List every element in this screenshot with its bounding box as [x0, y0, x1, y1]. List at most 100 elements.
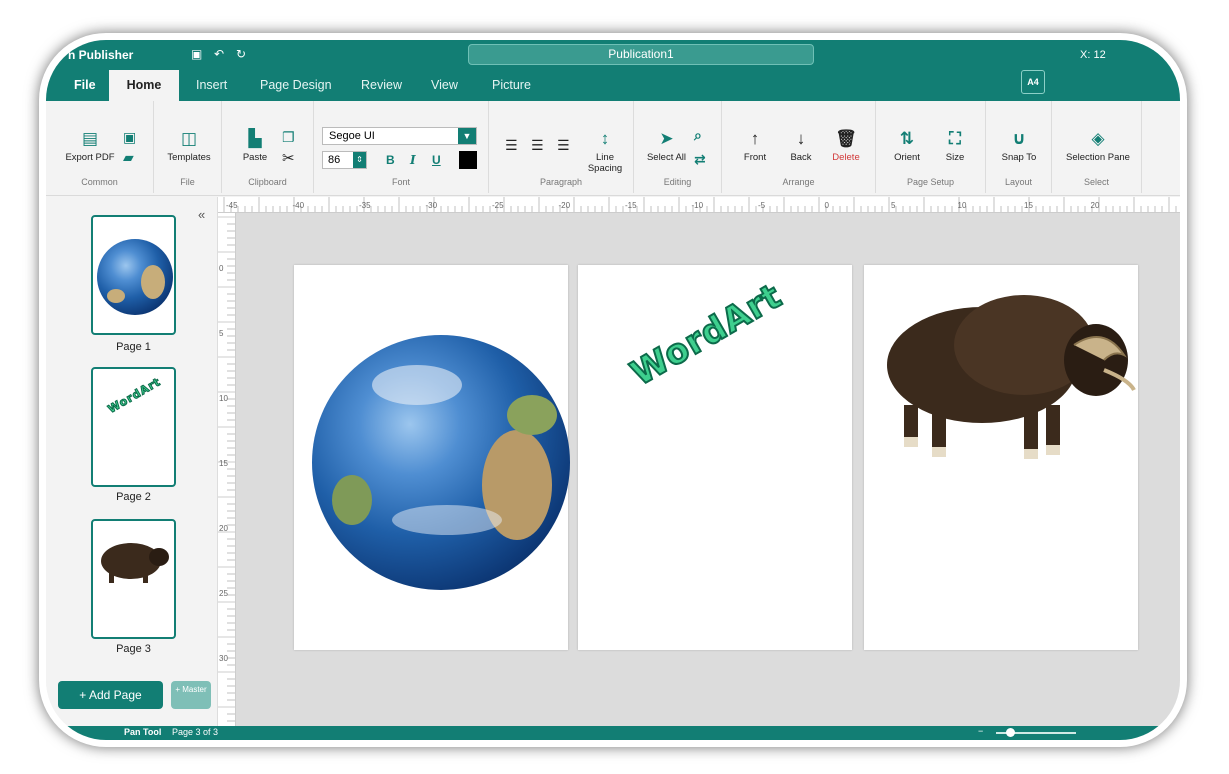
chevron-down-icon: ▼: [458, 128, 476, 144]
paste-button[interactable]: ▙ Paste: [240, 129, 270, 163]
group-label: Arrange: [782, 177, 815, 187]
page-label: Page 2: [116, 491, 151, 503]
undo-icon[interactable]: ↶: [214, 47, 224, 61]
cursor-coordinates: X: 12: [1080, 49, 1106, 61]
trash-icon: 🗑: [835, 129, 857, 148]
back-button[interactable]: ↓ Back: [784, 129, 818, 163]
templates-icon: ◫: [180, 129, 198, 148]
replace-icon[interactable]: ⇄: [694, 149, 706, 172]
export-pdf-button[interactable]: ▤ Export PDF: [64, 129, 116, 163]
earth-image: [97, 239, 173, 315]
ruler-tick-label: 5: [219, 329, 224, 338]
page-thumbnail-1[interactable]: [91, 215, 176, 335]
collapse-panel-icon[interactable]: «: [198, 207, 205, 222]
align-center-icon[interactable]: ☰: [531, 135, 544, 158]
page-canvas: WordArt: [236, 213, 1180, 727]
wordart-thumbnail: WordArt: [105, 375, 164, 417]
italic-button[interactable]: I: [410, 153, 416, 167]
page-thumbnail-3[interactable]: [91, 519, 176, 639]
ruler-tick-label: 0: [825, 201, 830, 210]
redo-icon[interactable]: ↻: [236, 47, 246, 61]
group-label: Clipboard: [248, 177, 287, 187]
page-thumbnail-2[interactable]: WordArt: [91, 367, 176, 487]
align-left-icon[interactable]: ☰: [505, 135, 518, 158]
font-color-swatch[interactable]: [459, 151, 477, 169]
app-title: n Publisher: [68, 48, 134, 62]
master-page-button[interactable]: + Master: [171, 681, 211, 709]
font-family-value: Segoe UI: [329, 130, 375, 142]
paper-size-badge[interactable]: A4: [1021, 70, 1045, 94]
group-label: Layout: [1004, 177, 1033, 187]
templates-button[interactable]: ◫ Templates: [164, 129, 214, 163]
ruler-tick-label: 30: [219, 654, 228, 663]
earth-image[interactable]: [312, 335, 570, 590]
underline-button[interactable]: U: [432, 153, 441, 167]
group-label: Common: [81, 177, 118, 187]
line-spacing-label: Line Spacing: [587, 152, 623, 174]
magnet-icon: ∪: [1012, 129, 1026, 148]
document-name-field[interactable]: Publication1: [468, 44, 814, 65]
ruler-tick-label: 10: [958, 201, 967, 210]
page-3[interactable]: [864, 265, 1138, 650]
page-1[interactable]: [294, 265, 570, 650]
ruler-tick-label: -30: [426, 201, 438, 210]
orient-button[interactable]: ⇅ Orient: [890, 129, 924, 163]
tab-home[interactable]: Home: [109, 70, 179, 101]
front-label: Front: [743, 152, 767, 163]
rotate-icon: ⇅: [899, 129, 915, 148]
selection-pane-label: Selection Pane: [1066, 152, 1130, 163]
group-label: Paragraph: [539, 177, 583, 187]
ruler-tick-label: 10: [219, 394, 228, 403]
ruler-tick-label: 20: [219, 524, 228, 533]
delete-label: Delete: [832, 152, 860, 163]
group-label: Font: [391, 177, 410, 187]
tab-picture[interactable]: Picture: [492, 78, 531, 92]
paste-label: Paste: [242, 152, 268, 163]
tab-insert[interactable]: Insert: [196, 78, 227, 92]
open-folder-icon[interactable]: ▰: [123, 147, 134, 170]
line-spacing-button[interactable]: ↕ Line Spacing: [585, 129, 625, 174]
group-clipboard: ▙ Paste ❐ ✂ Clipboard: [222, 101, 314, 193]
ruler-tick-label: -20: [559, 201, 571, 210]
line-spacing-icon: ↕: [600, 129, 610, 148]
tab-review[interactable]: Review: [361, 78, 402, 92]
ruler-tick-label: -10: [692, 201, 704, 210]
copy-icon[interactable]: ❐: [282, 127, 295, 150]
bold-button[interactable]: B: [386, 153, 395, 167]
align-right-icon[interactable]: ☰: [557, 135, 570, 158]
select-all-button[interactable]: ➤ Select All: [644, 129, 689, 163]
selection-pane-button[interactable]: ◈ Selection Pane: [1058, 129, 1138, 163]
cut-icon[interactable]: ✂: [282, 149, 295, 172]
tab-file[interactable]: File: [74, 78, 96, 92]
ruler-tick-label: 15: [1024, 201, 1033, 210]
delete-button[interactable]: 🗑 Delete: [826, 129, 866, 163]
group-label: Editing: [663, 177, 692, 187]
snap-to-button[interactable]: ∪ Snap To: [998, 129, 1040, 163]
spinner-icon: ⇕: [353, 152, 366, 168]
font-size-select[interactable]: 86 ⇕: [322, 151, 367, 169]
zoom-out-button[interactable]: −: [978, 726, 983, 736]
save-icon[interactable]: ▣: [191, 47, 202, 61]
ruler-tick-label: 0: [219, 264, 224, 273]
front-button[interactable]: ↑ Front: [738, 129, 772, 163]
font-size-value: 86: [328, 154, 341, 166]
status-bar: Pan Tool Page 3 of 3 −: [46, 726, 1180, 740]
find-icon[interactable]: ⌕: [694, 125, 702, 148]
tab-view[interactable]: View: [431, 78, 458, 92]
zoom-slider-handle[interactable]: [1006, 728, 1015, 737]
page-indicator: Page 3 of 3: [172, 727, 219, 737]
add-page-button[interactable]: + Add Page: [58, 681, 163, 709]
font-family-select[interactable]: Segoe UI ▼: [322, 127, 477, 145]
tab-page-design[interactable]: Page Design: [260, 78, 332, 92]
title-bar: n Publisher ▣ ↶ ↻ Publication1 X: 12: [46, 40, 1180, 70]
orient-label: Orient: [894, 152, 920, 163]
wordart-text[interactable]: WordArt: [623, 275, 790, 395]
page-2[interactable]: WordArt: [578, 265, 852, 650]
export-pdf-label: Export PDF: [65, 152, 115, 163]
size-button[interactable]: ⛶ Size: [938, 129, 972, 163]
layers-icon: ◈: [1091, 129, 1105, 148]
group-font: Segoe UI ▼ 86 ⇕ B I U Font: [314, 101, 489, 193]
muskox-image[interactable]: [864, 265, 1138, 650]
ruler-tick-label: -40: [293, 201, 305, 210]
app-window: n Publisher ▣ ↶ ↻ Publication1 X: 12 Fil…: [46, 40, 1180, 740]
